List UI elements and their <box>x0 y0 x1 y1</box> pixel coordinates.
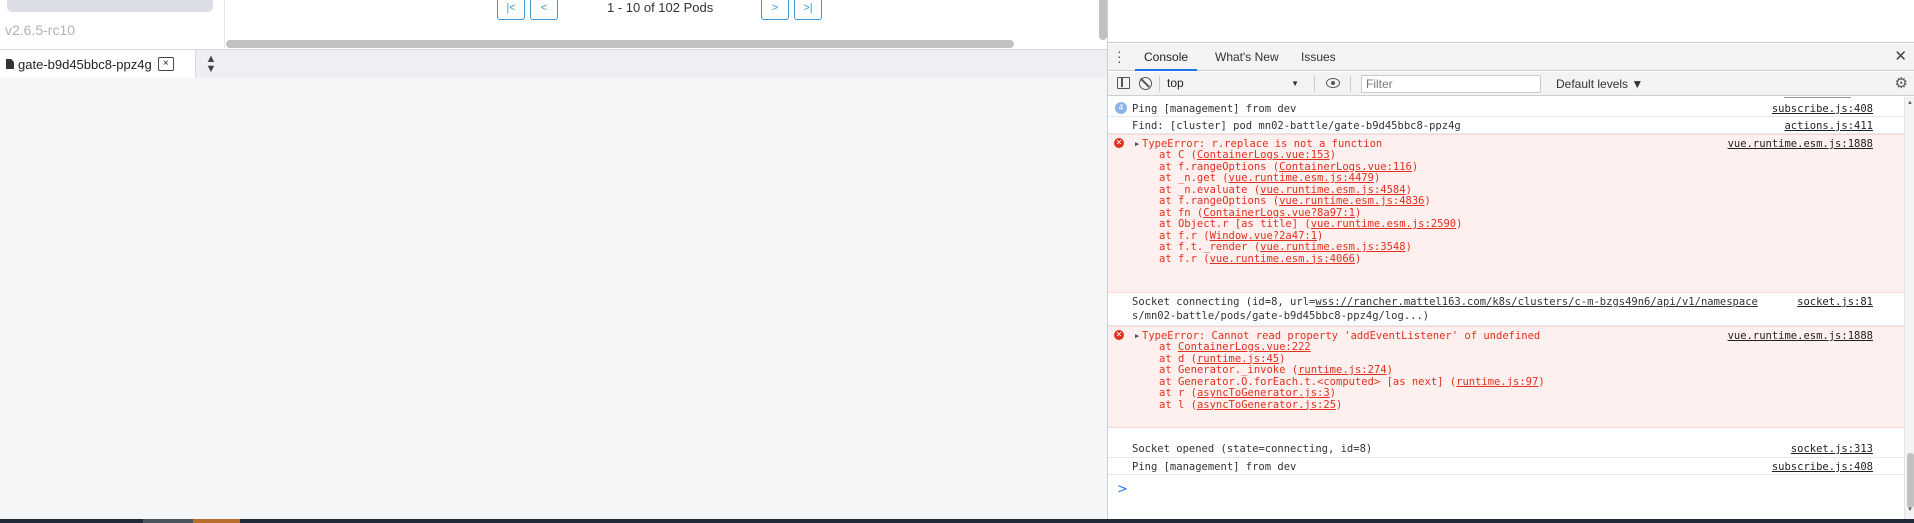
console-error: ✕ ▶ TypeError: r.replace is not a functi… <box>1108 134 1904 293</box>
frame-end: ) <box>1354 252 1362 265</box>
taskbar-item[interactable] <box>143 519 193 523</box>
pagination-text: 1 - 10 of 102 Pods <box>607 0 714 15</box>
sidebar-item[interactable] <box>7 0 213 12</box>
frame-end: ) <box>1538 375 1545 388</box>
tab-whats-new[interactable]: What's New <box>1206 44 1288 71</box>
taskbar-item-active[interactable] <box>193 519 240 523</box>
log-levels-dropdown[interactable]: Default levels ▼ <box>1550 72 1643 96</box>
source-link[interactable]: actions.js:411 <box>1784 119 1873 133</box>
source-link[interactable]: vue.runtime.esm.js:1888 <box>1728 329 1873 343</box>
taskbar <box>0 519 1914 523</box>
source-link[interactable]: subscribe.js:408 <box>1772 460 1873 474</box>
message-text: Socket connecting (id=8, url=wss://ranch… <box>1132 295 1758 309</box>
truncated-source-link <box>1784 97 1851 99</box>
message-text-continued: s/mn02-battle/pods/gate-b9d45bbc8-ppz4g/… <box>1132 310 1430 322</box>
error-icon: ✕ <box>1114 138 1124 148</box>
source-link[interactable]: socket.js:313 <box>1791 442 1873 456</box>
scroll-up-arrow-icon[interactable]: ▲ <box>1907 100 1913 106</box>
frame-end: ) <box>1405 241 1412 253</box>
console-error: ✕ ▶ TypeError: Cannot read property 'add… <box>1108 326 1904 428</box>
console-message: 4 Ping [management] from dev subscribe.j… <box>1108 100 1904 117</box>
screen: v2.6.5-rc10 |< < 1 - 10 of 102 Pods > >|… <box>0 0 1914 523</box>
stack-frame: at l (asyncToGenerator.js:25) <box>1159 398 1342 412</box>
source-link[interactable]: vue.runtime.esm.js:1888 <box>1728 137 1873 151</box>
expand-triangle-icon[interactable]: ▶ <box>1135 332 1139 340</box>
gear-icon[interactable]: ⚙ <box>1895 76 1908 92</box>
first-page-button[interactable]: |< <box>497 0 525 20</box>
toolbar-divider <box>1314 76 1315 92</box>
frame-end: ) <box>1411 160 1419 173</box>
dropdown-arrow-icon: ▼ <box>1291 79 1299 88</box>
clear-console-icon[interactable] <box>1139 77 1152 90</box>
console-message: Ping [management] from dev subscribe.js:… <box>1108 458 1904 475</box>
frame-source-link[interactable]: runtime.js:97 <box>1456 376 1538 388</box>
shell-tab[interactable]: gate-b9d45bbc8-ppz4g × <box>0 50 196 78</box>
more-menu-icon[interactable]: · · · <box>1117 44 1123 68</box>
file-icon <box>6 59 14 69</box>
frame-function: at l ( <box>1159 398 1197 411</box>
console-output: 4 Ping [management] from dev subscribe.j… <box>1108 97 1904 519</box>
message-text: Ping [management] from dev <box>1132 461 1297 473</box>
expand-collapse-icon[interactable]: ▲ ▼ <box>204 54 218 75</box>
console-toolbar: top ▼ Default levels ▼ ⚙ <box>1108 72 1914 96</box>
error-icon: ✕ <box>1114 330 1124 340</box>
stack-frame: at f.r (vue.runtime.esm.js:4066) <box>1159 252 1361 266</box>
sidebar-toggle-icon[interactable] <box>1117 77 1130 89</box>
frame-end: ) <box>1456 218 1463 230</box>
toolbar-divider <box>1159 76 1160 92</box>
rancher-app: v2.6.5-rc10 |< < 1 - 10 of 102 Pods > >|… <box>0 0 1107 519</box>
horizontal-scrollbar[interactable] <box>226 40 1014 48</box>
message-text: Find: [cluster] pod mn02-battle/gate-b9d… <box>1132 120 1461 132</box>
expand-triangle-icon[interactable]: ▶ <box>1135 140 1139 148</box>
source-link[interactable]: subscribe.js:408 <box>1772 102 1873 116</box>
toolbar-divider <box>1350 76 1351 92</box>
frame-source-link[interactable]: asyncToGenerator.js:25 <box>1197 399 1336 411</box>
source-link[interactable]: socket.js:81 <box>1797 295 1873 309</box>
context-value: top <box>1167 76 1184 90</box>
devtools-tabbar: · · · Console What's New Issues ✕ <box>1108 44 1914 71</box>
tab-console[interactable]: Console <box>1135 44 1198 71</box>
sidebar: v2.6.5-rc10 <box>0 0 225 48</box>
devtools-panel: ··· Console What's New Issues ✕ top ▼ De… <box>1107 0 1914 519</box>
message-text: Ping [management] from dev <box>1132 103 1297 115</box>
close-devtools-icon[interactable]: ✕ <box>1894 49 1907 65</box>
version-label: v2.6.5-rc10 <box>5 22 76 38</box>
vertical-scrollbar[interactable] <box>1099 0 1107 40</box>
console-scrollbar[interactable]: ▲ ▼ <box>1904 97 1914 519</box>
prev-page-button[interactable]: < <box>530 0 558 20</box>
devtools-top-area <box>1108 0 1914 43</box>
console-prompt[interactable]: > <box>1117 482 1128 497</box>
last-page-button[interactable]: >| <box>794 0 822 20</box>
next-page-button[interactable]: > <box>761 0 789 20</box>
message-text-start: Socket connecting (id=8, url= <box>1132 296 1316 308</box>
console-message: Find: [cluster] pod mn02-battle/gate-b9d… <box>1108 117 1904 134</box>
shell-tabbar: gate-b9d45bbc8-ppz4g × ▲ ▼ <box>0 49 1107 78</box>
close-tab-icon[interactable]: × <box>157 57 174 71</box>
console-message: Socket opened (state=connecting, id=8) s… <box>1108 441 1904 458</box>
frame-function: at f.r ( <box>1159 252 1210 265</box>
context-select[interactable]: top ▼ <box>1163 74 1305 93</box>
console-message: Socket connecting (id=8, url=wss://ranch… <box>1108 293 1904 326</box>
tab-issues[interactable]: Issues <box>1292 44 1345 71</box>
shell-tab-label: gate-b9d45bbc8-ppz4g <box>18 56 152 72</box>
frame-end: ) <box>1424 195 1431 207</box>
filter-input[interactable] <box>1361 75 1541 93</box>
shell-body <box>0 78 1107 519</box>
scrollbar-thumb[interactable] <box>1907 453 1914 508</box>
frame-source-link[interactable]: vue.runtime.esm.js:4066 <box>1210 253 1355 265</box>
frame-end: ) <box>1336 398 1343 411</box>
info-icon: 4 <box>1115 102 1127 114</box>
scroll-down-arrow-icon[interactable]: ▼ <box>1907 507 1913 513</box>
url-link[interactable]: wss://rancher.mattel163.com/k8s/clusters… <box>1315 296 1758 308</box>
live-expression-eye-icon[interactable] <box>1326 78 1340 88</box>
frame-source-link[interactable]: vue.runtime.esm.js:2590 <box>1311 218 1456 230</box>
message-text: Socket opened (state=connecting, id=8) <box>1132 443 1373 455</box>
